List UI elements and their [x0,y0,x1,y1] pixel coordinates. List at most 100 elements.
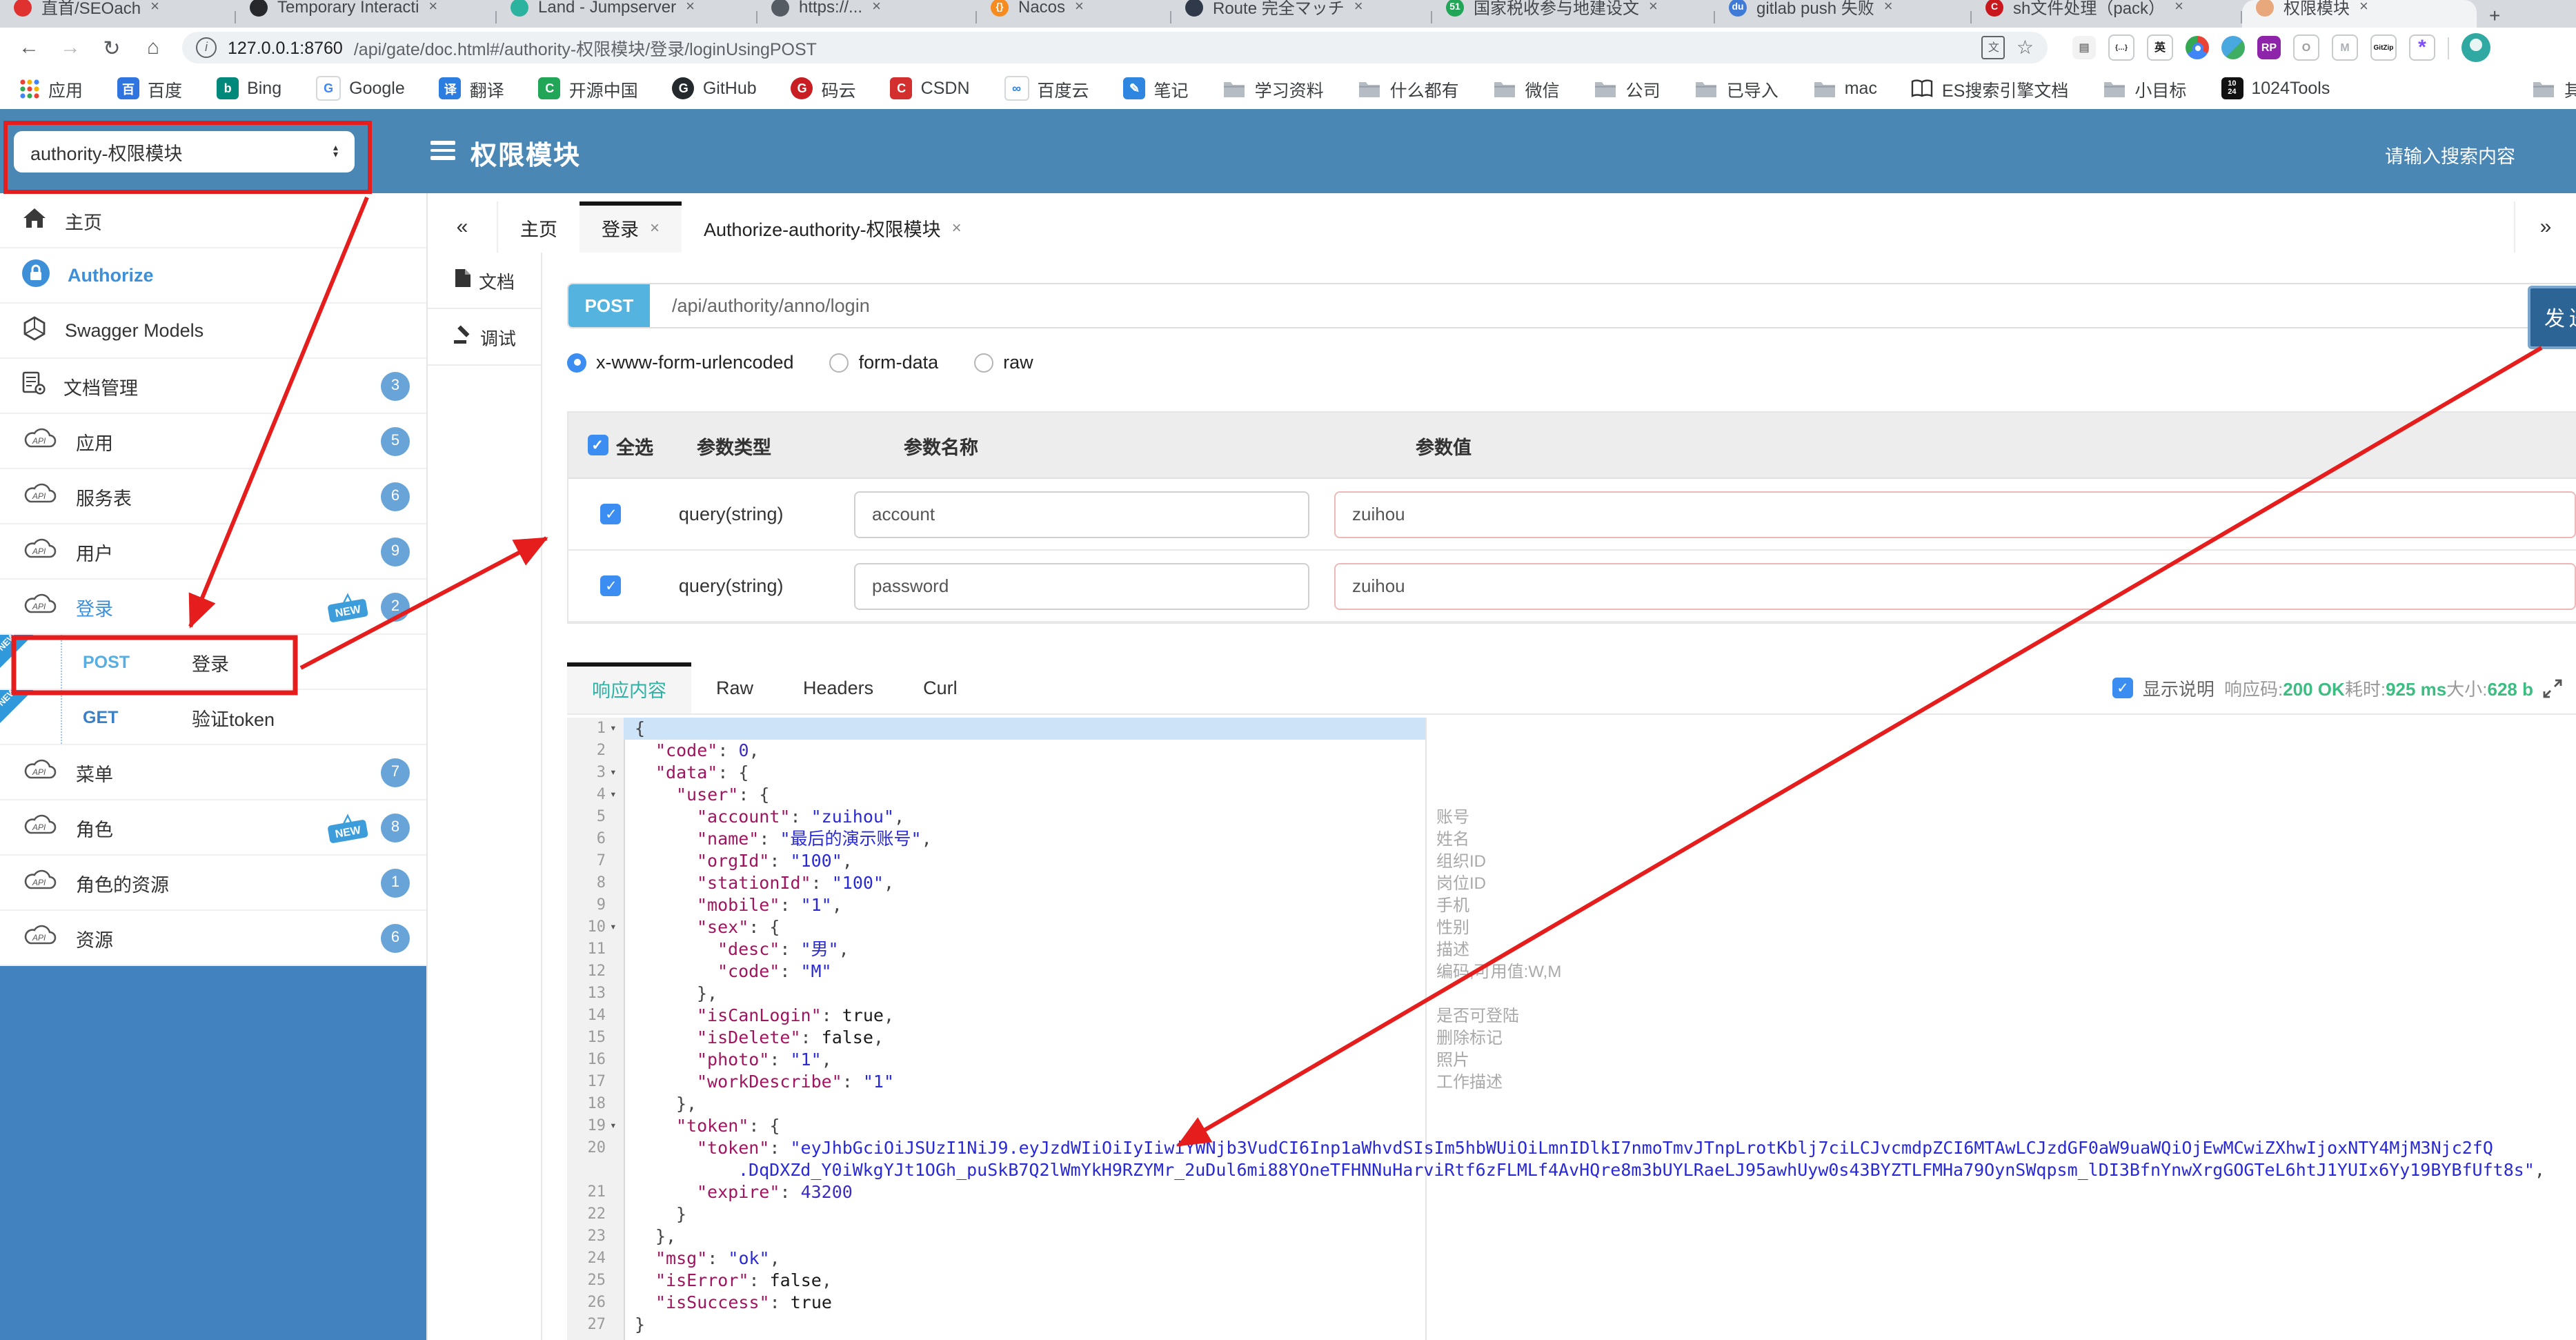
param-checkbox[interactable]: ✓ [600,575,622,596]
response-tab-响应内容[interactable]: 响应内容 [567,662,691,713]
param-checkbox[interactable]: ✓ [600,504,622,524]
extension-rp-icon[interactable]: RP [2257,36,2281,59]
bookmark-item[interactable]: 公司 [1594,75,1661,101]
profile-avatar[interactable] [2461,33,2490,62]
fold-icon[interactable]: ▾ [610,718,617,740]
sidebar-item-角色[interactable]: API 角色 NEW 8 [0,800,426,856]
extension-globe-icon[interactable] [2221,36,2245,59]
select-all-checkbox[interactable]: ✓ [587,435,608,455]
forward-icon[interactable]: → [58,36,83,59]
sidebar-item-post-登录[interactable]: NEW POST 登录 [0,631,426,690]
bookmark-item[interactable]: C 开源中国 [538,75,638,101]
response-tab-Curl[interactable]: Curl [898,662,982,713]
browser-tab[interactable]: Land - Jumpserver × [497,0,756,28]
param-value-input[interactable]: zuihou [1334,491,2576,538]
extension-ring-icon[interactable]: O [2293,35,2319,61]
browser-tab[interactable]: {} Nacos × [977,0,1170,28]
tab-close-icon[interactable]: × [428,0,437,15]
sidebar-item-服务表[interactable]: API 服务表 6 [0,469,426,524]
bookmark-item[interactable]: ✎ 笔记 [1123,75,1189,101]
bookmark-item[interactable]: ∞ 百度云 [1004,75,1089,101]
translate-icon[interactable]: 文 [1981,36,2005,59]
bookmarks-overflow[interactable]: 其 [2533,68,2576,109]
home-icon[interactable]: ⌂ [141,36,166,59]
param-name-input[interactable]: password [854,562,1309,609]
content-tab-主页[interactable]: 主页 [498,201,579,253]
extension-reader-icon[interactable]: ▤ [2072,36,2096,59]
sidebar-item-get-验证token[interactable]: NEW GET 验证token [0,687,426,745]
sidebar-item-登录[interactable]: API 登录 NEW 2 [0,580,426,635]
menu-icon[interactable] [430,141,455,164]
extension-asterisk-icon[interactable]: * [2409,35,2435,61]
bookmark-item[interactable]: G Google [316,76,405,101]
sidebar-item-应用[interactable]: API 应用 5 [0,414,426,469]
tab-close-icon[interactable]: × [1354,0,1363,15]
tab-close-icon[interactable]: × [1649,0,1658,15]
browser-tab[interactable]: 51 国家税收参与地建设文 × [1432,0,1714,28]
fold-icon[interactable]: ▾ [610,1115,617,1137]
sidebar-item-文档管理[interactable]: 文档管理 3 [0,359,426,414]
bookmark-item[interactable]: 10 24 1024Tools [2221,77,2330,99]
send-button[interactable]: 发送 [2528,286,2576,349]
tab-close-icon[interactable]: × [952,217,962,237]
bookmark-item[interactable]: 应用 [19,75,83,101]
tab-close-icon[interactable]: × [650,217,660,237]
tab-close-icon[interactable]: × [872,0,881,15]
fold-icon[interactable]: ▾ [610,916,617,938]
extension-json-viewer-icon[interactable]: {…} [2108,35,2134,61]
browser-tab[interactable]: 直首/SEOach × [0,0,235,28]
service-select[interactable]: authority-权限模块 ▴ ▾ [14,131,355,173]
collapse-sidebar-icon[interactable]: « [428,201,498,253]
bookmark-item[interactable]: b Bing [217,77,281,99]
response-tab-Headers[interactable]: Headers [778,662,898,713]
bookmark-item[interactable]: mac [1813,79,1877,98]
bookmark-item[interactable]: 微信 [1494,75,1560,101]
browser-tab[interactable]: du gitlab push 失败 × [1715,0,1970,28]
bookmark-star-icon[interactable]: ☆ [2017,36,2034,59]
bookmark-item[interactable]: 已导入 [1695,75,1779,101]
tab-close-icon[interactable]: × [686,0,695,15]
new-tab-button[interactable]: + [2477,0,2513,28]
bookmark-item[interactable]: G 码云 [791,75,856,101]
sidebar-item-Swagger Models[interactable]: Swagger Models [0,304,426,359]
tab-close-icon[interactable]: × [2359,0,2368,15]
browser-tab[interactable]: https://... × [757,0,975,28]
tab-close-icon[interactable]: × [1075,0,1084,15]
extension-chrome-icon[interactable] [2186,36,2209,59]
content-tab-Authorize-authority-权限模块[interactable]: Authorize-authority-权限模块 × [682,201,984,253]
back-icon[interactable]: ← [17,36,41,59]
extension-m-chevron-icon[interactable]: M [2332,35,2358,61]
tab-调试[interactable]: 调试 [428,309,541,366]
fullscreen-icon[interactable] [2543,678,2562,698]
tab-close-icon[interactable]: × [2174,0,2183,15]
body-type-x-www-form-urlencoded[interactable]: x-www-form-urlencoded [567,352,794,373]
tab-close-icon[interactable]: × [1884,0,1893,15]
browser-tab[interactable]: Route 完全マッチ × [1171,0,1431,28]
param-value-input[interactable]: zuihou [1334,562,2576,609]
extension-translate-en-icon[interactable]: 英 [2147,35,2173,61]
response-tab-Raw[interactable]: Raw [691,662,778,713]
sidebar-item-菜单[interactable]: API 菜单 7 [0,745,426,800]
bookmark-item[interactable]: 百百度 [117,75,182,101]
response-json-editor[interactable]: 1 ▾{2 "code": 0, 3 ▾ "data": {4 ▾ "user": {5 "ac… [567,718,2576,1340]
fold-icon[interactable]: ▾ [610,784,617,806]
param-name-input[interactable]: account [854,491,1309,538]
browser-tab[interactable]: Csh文件处理（pack） × [1972,0,2241,28]
sidebar-item-角色的资源[interactable]: API 角色的资源 1 [0,856,426,911]
bookmark-item[interactable]: C CSDN [890,77,970,99]
bookmark-item[interactable]: 译翻译 [439,75,504,101]
tab-close-icon[interactable]: × [150,0,159,15]
address-bar[interactable]: i 127.0.0.1:8760 /api/gate/doc.html#/aut… [182,32,2048,63]
expand-icon[interactable]: » [2514,201,2576,253]
bookmark-item[interactable]: 小目标 [2103,75,2186,101]
content-tab-登录[interactable]: 登录 × [579,201,682,253]
sidebar-item-资源[interactable]: API 资源 6 [0,911,426,966]
extension-gitzip-icon[interactable]: GitZip [2370,35,2397,61]
bookmark-item[interactable]: 什么都有 [1358,75,1459,101]
browser-tab[interactable]: Temporary Interacti × [236,0,495,28]
fold-icon[interactable]: ▾ [610,762,617,784]
bookmark-item[interactable]: 学习资料 [1223,75,1324,101]
sidebar-item-Authorize[interactable]: Authorize [0,248,426,304]
body-type-raw[interactable]: raw [974,352,1033,373]
search-placeholder[interactable]: 请输入搜索内容 [2385,141,2515,168]
